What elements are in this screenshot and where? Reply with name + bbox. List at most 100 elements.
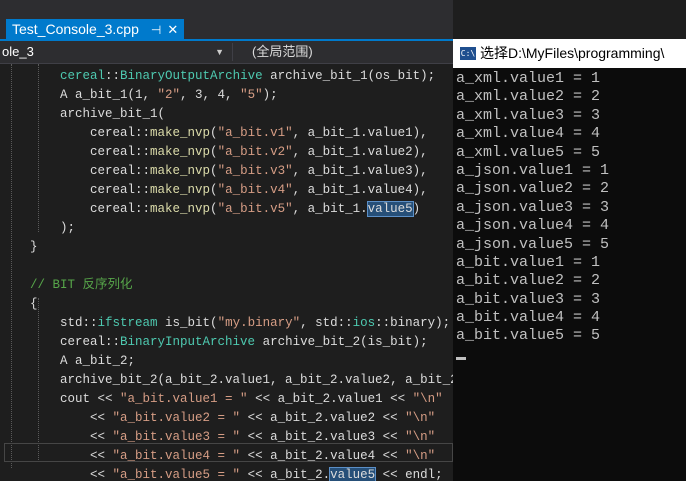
tab-title: Test_Console_3.cpp — [12, 21, 139, 37]
code-token: :: — [105, 69, 121, 83]
code-line[interactable]: << "a_bit.value3 = " << a_bit_2.value3 <… — [0, 428, 453, 447]
console-output-line: a_json.value3 = 3 — [456, 198, 610, 216]
code-area[interactable]: cereal::BinaryOutputArchive archive_bit_… — [0, 64, 453, 481]
code-token: ifstream — [97, 316, 158, 330]
code-line[interactable]: cereal::make_nvp("a_bit.v1", a_bit_1.val… — [0, 124, 453, 143]
console-output-line: a_xml.value2 = 2 — [456, 88, 601, 106]
code-token: ( — [210, 164, 218, 178]
console-output-line: a_bit.value5 = 5 — [456, 327, 601, 345]
code-token: make_nvp — [150, 126, 211, 140]
console-output-line: a_bit.value1 = 1 — [456, 253, 601, 271]
console-output-line: a_xml.value1 = 1 — [456, 70, 601, 87]
code-line[interactable] — [0, 257, 453, 276]
code-token: std:: — [0, 316, 98, 330]
code-token: , a_bit_1. — [292, 202, 368, 216]
file-scope-dropdown[interactable]: ole_3 ▼ — [0, 41, 232, 63]
navigation-bar: ole_3 ▼ (全局范围) — [0, 41, 453, 64]
console-output: a_xml.value1 = 1 a_xml.value2 = 2 a_xml.va… — [456, 70, 686, 346]
code-token: archive_bit_2(a_bit_2.value1, a_bit_2.va… — [0, 373, 453, 387]
code-token: BinaryOutputArchive — [120, 69, 263, 83]
code-token: "\n" — [405, 411, 436, 425]
code-token: , std:: — [300, 316, 353, 330]
code-token: "a_bit.v5" — [217, 202, 293, 216]
code-line[interactable]: { — [0, 295, 453, 314]
console-cursor — [456, 357, 466, 360]
console-output-line: a_bit.value4 = 4 — [456, 309, 601, 327]
code-token: "\n" — [405, 449, 436, 463]
code-line[interactable]: << "a_bit.value5 = " << a_bit_2.value5 <… — [0, 466, 453, 481]
code-token: make_nvp — [150, 145, 211, 159]
code-token: "\n" — [405, 430, 436, 444]
code-line[interactable]: A a_bit_2; — [0, 352, 453, 371]
code-line[interactable]: cereal::make_nvp("a_bit.v2", a_bit_1.val… — [0, 143, 453, 162]
code-token: "my.binary" — [217, 316, 301, 330]
code-line[interactable]: } — [0, 238, 453, 257]
code-token: "a_bit.value5 = " — [112, 468, 241, 481]
console-window: C:\ 选择D:\MyFiles\programming\ a_xml.valu… — [453, 39, 686, 481]
code-token: << a_bit_2.value1 << — [247, 392, 413, 406]
close-icon[interactable]: ✕ — [167, 22, 178, 37]
code-token: archive_bit_1( — [0, 107, 166, 121]
global-scope-dropdown[interactable]: (全局范围) — [252, 41, 313, 63]
code-token: << a_bit_2.value2 << — [240, 411, 406, 425]
code-token: ( — [210, 183, 218, 197]
code-line[interactable]: cereal::make_nvp("a_bit.v4", a_bit_1.val… — [0, 181, 453, 200]
code-line[interactable]: cereal::make_nvp("a_bit.v5", a_bit_1.val… — [0, 200, 453, 219]
code-token: "a_bit.v4" — [217, 183, 293, 197]
code-token: << — [0, 449, 113, 463]
code-line[interactable]: ); — [0, 219, 453, 238]
code-token: cereal — [60, 69, 106, 83]
code-line[interactable]: std::ifstream is_bit("my.binary", std::i… — [0, 314, 453, 333]
code-token: ) — [412, 202, 421, 216]
code-line[interactable]: // BIT 反序列化 — [0, 276, 453, 295]
code-token: "a_bit.v1" — [217, 126, 293, 140]
console-window-icon: C:\ — [460, 47, 476, 60]
code-token: ); — [0, 221, 76, 235]
code-token: , 3, 4, — [180, 88, 241, 102]
code-token: archive_bit_1(os_bit); — [262, 69, 436, 83]
code-line[interactable]: archive_bit_1( — [0, 105, 453, 124]
code-token: , a_bit_1.value1), — [292, 126, 428, 140]
code-token: cereal:: — [0, 183, 151, 197]
code-line[interactable]: cout << "a_bit.value1 = " << a_bit_2.val… — [0, 390, 453, 409]
code-token: "\n" — [412, 392, 443, 406]
code-token: A a_bit_2; — [0, 354, 136, 368]
code-line[interactable]: << "a_bit.value4 = " << a_bit_2.value4 <… — [0, 447, 453, 466]
code-line[interactable]: << "a_bit.value2 = " << a_bit_2.value2 <… — [0, 409, 453, 428]
code-line[interactable]: A a_bit_1(1, "2", 3, 4, "5"); — [0, 86, 453, 105]
code-token: << endl; — [375, 468, 443, 481]
code-token: "2" — [157, 88, 181, 102]
code-token: BinaryInputArchive — [120, 335, 256, 349]
code-token: , a_bit_1.value3), — [292, 164, 428, 178]
selected-identifier: value5 — [366, 201, 414, 217]
code-token: ( — [210, 145, 218, 159]
code-token: "a_bit.v2" — [217, 145, 293, 159]
console-title-bar[interactable]: C:\ 选择D:\MyFiles\programming\ — [453, 39, 686, 68]
code-token: cout << — [0, 392, 121, 406]
code-token: cereal:: — [0, 145, 151, 159]
code-token: is_bit( — [157, 316, 218, 330]
code-token: cereal:: — [0, 164, 151, 178]
selected-identifier: value5 — [329, 467, 377, 481]
code-token: "5" — [240, 88, 263, 102]
code-token: make_nvp — [150, 202, 211, 216]
code-token: ::binary); — [375, 316, 451, 330]
code-token: ios — [352, 316, 376, 330]
code-token: cereal:: — [0, 335, 121, 349]
pin-icon[interactable]: ⊣ — [151, 23, 161, 37]
code-line[interactable]: archive_bit_2(a_bit_2.value1, a_bit_2.va… — [0, 371, 453, 390]
code-line[interactable]: cereal::make_nvp("a_bit.v3", a_bit_1.val… — [0, 162, 453, 181]
code-line[interactable]: cereal::BinaryInputArchive archive_bit_2… — [0, 333, 453, 352]
code-token: ( — [210, 202, 218, 216]
code-token: "a_bit.value4 = " — [112, 449, 241, 463]
code-token: , a_bit_1.value2), — [292, 145, 428, 159]
console-output-line: a_xml.value5 = 5 — [456, 143, 601, 161]
console-output-line: a_xml.value3 = 3 — [456, 106, 601, 124]
tab-test-console-3[interactable]: Test_Console_3.cpp ⊣ ✕ — [6, 19, 185, 39]
console-output-line: a_xml.value4 = 4 — [456, 125, 601, 143]
code-token: << — [0, 411, 113, 425]
code-token: archive_bit_2(is_bit); — [255, 335, 428, 349]
code-line[interactable]: cereal::BinaryOutputArchive archive_bit_… — [0, 67, 453, 86]
